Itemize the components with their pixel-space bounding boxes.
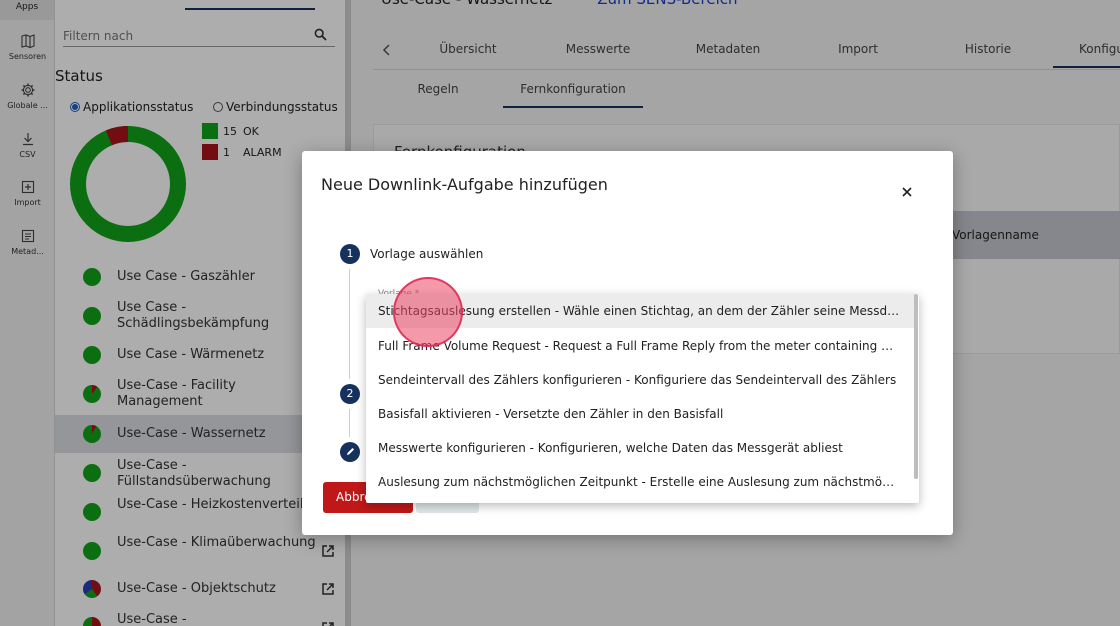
dropdown-scrollbar[interactable] [914,294,918,479]
stepper-line [349,409,350,437]
pencil-icon [346,447,354,455]
option-basisfall[interactable]: Basisfall aktivieren - Versetzte den Zäh… [366,397,914,431]
step-label: Vorlage auswählen [370,247,484,261]
step-number: 2 [340,384,360,404]
option-full-frame-volume-request[interactable]: Full Frame Volume Request - Request a Fu… [366,329,914,363]
close-icon[interactable] [899,184,915,200]
step-number: 1 [340,244,360,264]
option-sendeintervall[interactable]: Sendeintervall des Zählers konfigurieren… [366,363,914,397]
option-messwerte-konfigurieren[interactable]: Messwerte konfigurieren - Konfigurieren,… [366,431,914,465]
option-stichtagsauslesung[interactable]: Stichtagsauslesung erstellen - Wähle ein… [366,294,914,328]
template-options-panel: Stichtagsauslesung erstellen - Wähle ein… [366,294,919,503]
stepper-line [349,269,350,379]
option-auslesung-naechstmoeglich[interactable]: Auslesung zum nächstmöglichen Zeitpunkt … [366,465,914,499]
dialog-title: Neue Downlink-Aufgabe hinzufügen [321,175,608,194]
step-edit [340,442,360,462]
